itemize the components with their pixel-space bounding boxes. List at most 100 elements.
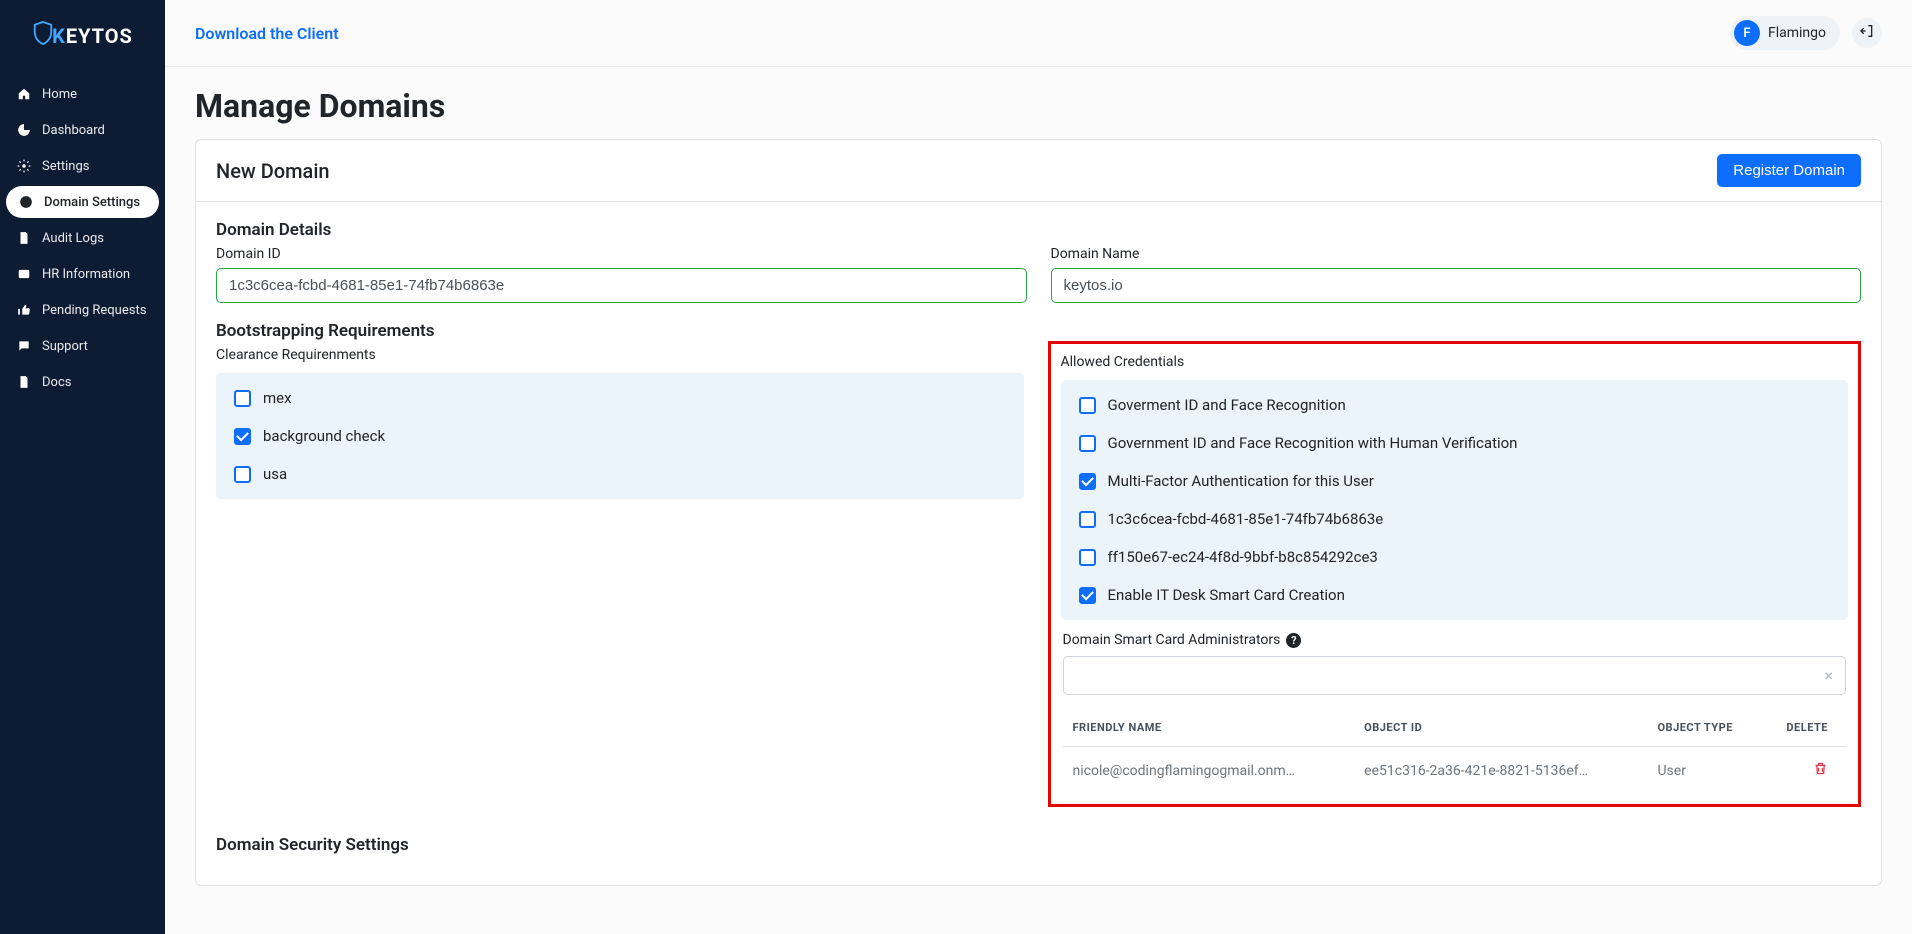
- admins-select[interactable]: ×: [1063, 656, 1847, 695]
- sidebar-item-label: Domain Settings: [44, 195, 140, 210]
- sidebar-item-label: Settings: [42, 159, 89, 174]
- checkbox[interactable]: [1079, 549, 1096, 566]
- help-icon[interactable]: ?: [1286, 633, 1301, 648]
- domain-details-title: Domain Details: [216, 220, 1861, 240]
- sidebar-item-docs[interactable]: Docs: [0, 364, 165, 400]
- sidebar-item-home[interactable]: Home: [0, 76, 165, 112]
- cell-object-id: ee51c316-2a36-421e-8821-5136ef…: [1354, 747, 1647, 795]
- sidebar-item-label: HR Information: [42, 267, 130, 282]
- logo-tos: TOS: [92, 24, 133, 48]
- globe-icon: [18, 194, 34, 210]
- security-title: Domain Security Settings: [216, 835, 1861, 855]
- checkbox[interactable]: [234, 428, 251, 445]
- checkbox-label: Government ID and Face Recognition with …: [1108, 434, 1518, 452]
- checkbox[interactable]: [1079, 473, 1096, 490]
- allowed-item-it-desk[interactable]: Enable IT Desk Smart Card Creation: [1067, 576, 1843, 614]
- main: Download the Client F Flamingo Manage Do…: [165, 0, 1912, 934]
- card-body: Domain Details Domain ID Domain Name Boo…: [196, 202, 1881, 885]
- domain-name-input[interactable]: [1051, 268, 1862, 303]
- home-icon: [16, 86, 32, 102]
- checkbox[interactable]: [1079, 435, 1096, 452]
- user-chip[interactable]: F Flamingo: [1730, 16, 1840, 50]
- allowed-item-mfa[interactable]: Multi-Factor Authentication for this Use…: [1067, 462, 1843, 500]
- avatar: F: [1734, 20, 1760, 46]
- checkbox[interactable]: [1079, 511, 1096, 528]
- sidebar-item-domain-settings[interactable]: Domain Settings: [6, 186, 159, 218]
- download-client-link[interactable]: Download the Client: [195, 24, 339, 43]
- topbar-right: F Flamingo: [1730, 16, 1882, 50]
- new-domain-title: New Domain: [216, 159, 330, 183]
- content: Manage Domains New Domain Register Domai…: [165, 67, 1912, 934]
- sidebar: KEYTOS Home Dashboard Settings Domain Se…: [0, 0, 165, 934]
- file-lock-icon: [16, 230, 32, 246]
- shield-icon: [32, 20, 54, 51]
- clearance-item-usa[interactable]: usa: [222, 455, 1018, 493]
- domain-card: New Domain Register Domain Domain Detail…: [195, 139, 1882, 886]
- sidebar-item-label: Audit Logs: [42, 231, 104, 246]
- thumbs-up-icon: [16, 302, 32, 318]
- sidebar-item-settings[interactable]: Settings: [0, 148, 165, 184]
- checkbox-label: 1c3c6cea-fcbd-4681-85e1-74fb74b6863e: [1108, 510, 1384, 528]
- sidebar-item-hr-information[interactable]: HR Information: [0, 256, 165, 292]
- admins-label-row: Domain Smart Card Administrators ?: [1051, 632, 1859, 648]
- clear-icon[interactable]: ×: [1824, 666, 1833, 685]
- sidebar-item-support[interactable]: Support: [0, 328, 165, 364]
- admins-label: Domain Smart Card Administrators: [1063, 632, 1281, 648]
- chat-icon: [16, 338, 32, 354]
- domain-name-label: Domain Name: [1051, 246, 1862, 262]
- sidebar-nav: Home Dashboard Settings Domain Settings …: [0, 76, 165, 400]
- logo-k: K: [52, 24, 66, 48]
- logo: KEYTOS: [0, 10, 165, 76]
- dashboard-icon: [16, 122, 32, 138]
- bootstrap-title: Bootstrapping Requirements: [216, 321, 1861, 341]
- sidebar-item-label: Home: [42, 87, 77, 102]
- checkbox-label: Multi-Factor Authentication for this Use…: [1108, 472, 1374, 490]
- card-header: New Domain Register Domain: [196, 140, 1881, 202]
- allowed-item-guid-2[interactable]: ff150e67-ec24-4f8d-9bbf-b8c854292ce3: [1067, 538, 1843, 576]
- checkbox[interactable]: [1079, 587, 1096, 604]
- clearance-label: Clearance Requirenments: [216, 347, 1024, 363]
- checkbox-label: ff150e67-ec24-4f8d-9bbf-b8c854292ce3: [1108, 548, 1378, 566]
- allowed-list: Goverment ID and Face Recognition Govern…: [1061, 380, 1849, 620]
- table-header-delete: DELETE: [1762, 709, 1846, 747]
- register-domain-button[interactable]: Register Domain: [1717, 154, 1861, 187]
- checkbox[interactable]: [1079, 397, 1096, 414]
- clearance-item-mex[interactable]: mex: [222, 379, 1018, 417]
- sidebar-item-label: Dashboard: [42, 123, 105, 138]
- admins-table: FRIENDLY NAME OBJECT ID OBJECT TYPE DELE…: [1063, 709, 1847, 794]
- table-header-object-id: OBJECT ID: [1354, 709, 1647, 747]
- allowed-credentials-highlight: Allowed Credentials Goverment ID and Fac…: [1048, 341, 1862, 807]
- checkbox[interactable]: [234, 390, 251, 407]
- logout-button[interactable]: [1852, 18, 1882, 48]
- allowed-item-guid-1[interactable]: 1c3c6cea-fcbd-4681-85e1-74fb74b6863e: [1067, 500, 1843, 538]
- domain-id-input[interactable]: [216, 268, 1027, 303]
- table-header-friendly-name: FRIENDLY NAME: [1063, 709, 1355, 747]
- cell-friendly-name: nicole@codingflamingogmail.onm…: [1063, 747, 1355, 795]
- cell-object-type: User: [1647, 747, 1762, 795]
- table-row: nicole@codingflamingogmail.onm… ee51c316…: [1063, 747, 1847, 795]
- gear-icon: [16, 158, 32, 174]
- document-icon: [16, 374, 32, 390]
- allowed-item-gov-id-face-human[interactable]: Government ID and Face Recognition with …: [1067, 424, 1843, 462]
- checkbox-label: Goverment ID and Face Recognition: [1108, 396, 1346, 414]
- checkbox[interactable]: [234, 466, 251, 483]
- logo-ey: EY: [66, 24, 92, 48]
- sidebar-item-label: Pending Requests: [42, 303, 146, 318]
- topbar: Download the Client F Flamingo: [165, 0, 1912, 67]
- sidebar-item-label: Support: [42, 339, 88, 354]
- allowed-item-gov-id-face[interactable]: Goverment ID and Face Recognition: [1067, 386, 1843, 424]
- sidebar-item-dashboard[interactable]: Dashboard: [0, 112, 165, 148]
- allowed-label: Allowed Credentials: [1051, 350, 1859, 370]
- clearance-item-background-check[interactable]: background check: [222, 417, 1018, 455]
- user-name: Flamingo: [1768, 25, 1826, 41]
- logout-icon: [1859, 23, 1875, 43]
- checkbox-label: usa: [263, 465, 287, 483]
- sidebar-item-label: Docs: [42, 375, 71, 390]
- trash-icon[interactable]: [1813, 761, 1828, 776]
- sidebar-item-audit-logs[interactable]: Audit Logs: [0, 220, 165, 256]
- checkbox-label: mex: [263, 389, 292, 407]
- domain-id-label: Domain ID: [216, 246, 1027, 262]
- sidebar-item-pending-requests[interactable]: Pending Requests: [0, 292, 165, 328]
- checkbox-label: background check: [263, 427, 385, 445]
- id-card-icon: [16, 266, 32, 282]
